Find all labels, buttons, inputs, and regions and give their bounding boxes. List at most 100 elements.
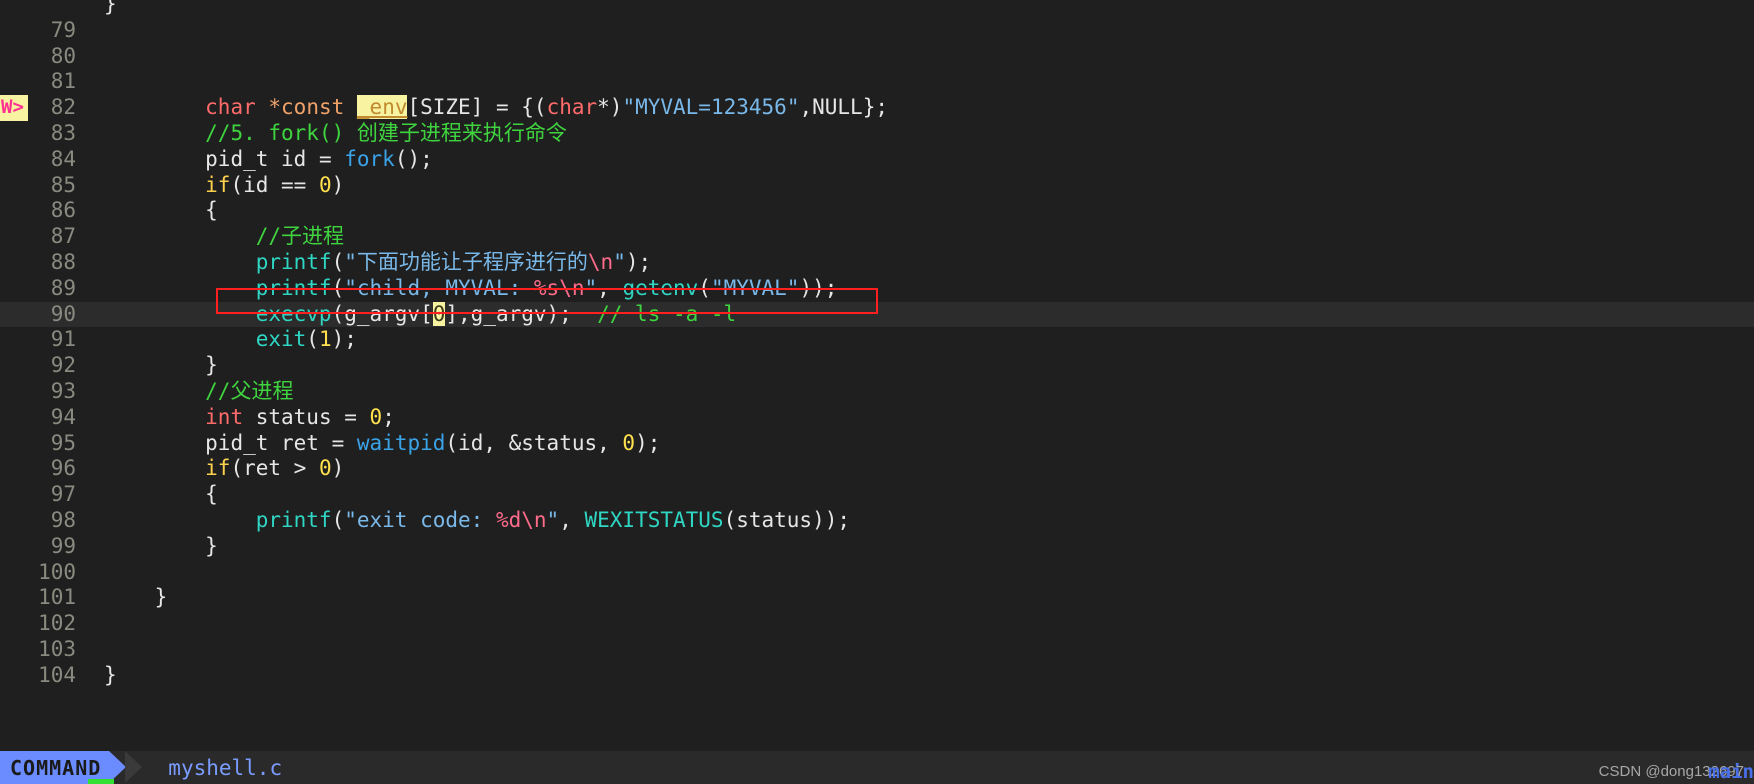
string-token: "MYVAL"	[710, 275, 800, 300]
paren-token: (	[331, 507, 345, 532]
string-token: "child, MYVAL:	[344, 275, 534, 300]
comment-token: //父进程	[205, 378, 294, 403]
function-token: fork	[344, 146, 395, 171]
line-content[interactable]: pid_t ret = waitpid(id, &status, 0);	[76, 431, 1754, 457]
code-line[interactable]: 99 }	[0, 534, 1754, 560]
line-content[interactable]: }	[76, 534, 1754, 560]
paren-token: (	[698, 275, 711, 300]
keyword-token: char	[546, 95, 598, 120]
macro-token: WEXITSTATUS	[584, 507, 724, 532]
code-line[interactable]: 92 }	[0, 353, 1754, 379]
comment-token: //5. fork() 创建子进程来执行命令	[205, 120, 567, 145]
code-line[interactable]: 96 if(ret > 0)	[0, 456, 1754, 482]
line-number: 93	[50, 378, 76, 403]
current-code-line[interactable]: 90 execvp(g_argv[0],g_argv); // ls -a -l	[0, 301, 1754, 328]
code-line[interactable]: 80	[0, 44, 1754, 70]
comment-token: //子进程	[255, 224, 345, 249]
line-number: 86	[50, 198, 76, 223]
function-token: execvp	[255, 301, 332, 326]
line-content[interactable]: int status = 0;	[76, 405, 1754, 431]
keyword-token: if	[205, 456, 231, 481]
string-token: "exit code:	[344, 507, 496, 532]
line-content[interactable]: }	[76, 585, 1754, 611]
function-token: getenv	[622, 275, 699, 300]
code-line[interactable]: 104 }	[0, 663, 1754, 689]
search-match-text: _env	[356, 95, 408, 120]
paren-token: )	[331, 456, 345, 481]
code-line[interactable]: 86 {	[0, 198, 1754, 224]
line-content[interactable]: if(ret > 0)	[76, 456, 1754, 482]
code-line[interactable]: 91 exit(1);	[0, 327, 1754, 353]
line-content[interactable]: //子进程	[76, 224, 1754, 250]
paren-token: (	[306, 327, 319, 352]
end-token: );	[331, 327, 357, 352]
code-line[interactable]: 88 printf("下面功能让子程序进行的\n");	[0, 250, 1754, 276]
line-number: 82	[50, 95, 76, 120]
string-token: "MYVAL=123456"	[622, 95, 800, 120]
code-line[interactable]: 79	[0, 18, 1754, 44]
line-content[interactable]: pid_t id = fork();	[76, 147, 1754, 173]
type-token: pid_t	[205, 146, 269, 171]
code-line[interactable]: 93 //父进程	[0, 379, 1754, 405]
mode-indicator[interactable]: COMMAND	[0, 751, 114, 784]
line-number: 103	[38, 636, 76, 661]
cast-close-token: *)	[597, 95, 623, 120]
identifier-token: ret =	[268, 430, 357, 455]
line-number: 101	[38, 585, 76, 610]
end-token: ));	[812, 507, 851, 532]
format-specifier-token: %s	[533, 275, 560, 300]
code-line[interactable]: W> 82 char *const _env[SIZE] = {(char*)"…	[0, 95, 1754, 121]
comment-token: // ls -a -l	[597, 301, 737, 326]
line-content[interactable]: char *const _env[SIZE] = {(char*)"MYVAL=…	[76, 95, 1754, 121]
line-content[interactable]: printf("下面功能让子程序进行的\n");	[76, 250, 1754, 276]
line-content[interactable]: printf("child, MYVAL: %s\n", getenv("MYV…	[76, 276, 1754, 302]
mode-arrow-outline-icon	[125, 751, 143, 783]
code-line[interactable]: 101 }	[0, 585, 1754, 611]
code-line[interactable]: 103	[0, 637, 1754, 663]
line-content[interactable]: if(id == 0)	[76, 173, 1754, 199]
end-token: );	[635, 430, 661, 455]
condition-token: (ret >	[230, 456, 319, 481]
assign-token: =	[483, 95, 522, 120]
line-number: 87	[50, 224, 76, 249]
line-number: 92	[50, 353, 76, 378]
code-line[interactable]: 97 {	[0, 482, 1754, 508]
line-content[interactable]: exit(1);	[76, 327, 1754, 353]
vim-editor-window[interactable]: } 79 80 81 W> 82 char *const _env[SIZE] …	[0, 0, 1754, 784]
function-token: printf	[255, 249, 332, 274]
code-line[interactable]: 85 if(id == 0)	[0, 173, 1754, 199]
filename-label[interactable]: myshell.c	[142, 751, 282, 784]
args-token: (g_argv[	[331, 301, 433, 326]
line-content[interactable]: {	[76, 198, 1754, 224]
warning-sign-icon[interactable]: W>	[0, 95, 28, 121]
code-line[interactable]: }	[0, 0, 1754, 18]
escape-token: \n	[521, 507, 547, 532]
code-line[interactable]: 89 printf("child, MYVAL: %s\n", getenv("…	[0, 276, 1754, 302]
line-content[interactable]: }	[76, 663, 1754, 689]
code-line[interactable]: 95 pid_t ret = waitpid(id, &status, 0);	[0, 431, 1754, 457]
code-area[interactable]: } 79 80 81 W> 82 char *const _env[SIZE] …	[0, 0, 1754, 689]
line-content[interactable]: //5. fork() 创建子进程来执行命令	[76, 121, 1754, 147]
end-token: ));	[799, 275, 838, 300]
code-line[interactable]: 94 int status = 0;	[0, 405, 1754, 431]
code-line[interactable]: 81	[0, 69, 1754, 95]
line-number: 85	[50, 172, 76, 197]
format-specifier-token: %d	[495, 507, 522, 532]
code-line[interactable]: 84 pid_t id = fork();	[0, 147, 1754, 173]
line-content[interactable]: }	[76, 0, 1754, 18]
line-number: 100	[38, 559, 76, 584]
escape-token: \n	[559, 275, 585, 300]
line-content[interactable]: //父进程	[76, 379, 1754, 405]
code-line[interactable]: 100	[0, 560, 1754, 586]
line-content[interactable]: printf("exit code: %d\n", WEXITSTATUS(st…	[76, 508, 1754, 534]
line-content[interactable]: {	[76, 482, 1754, 508]
code-line[interactable]: 102	[0, 611, 1754, 637]
line-number: 90	[50, 301, 76, 326]
code-line[interactable]: 98 printf("exit code: %d\n", WEXITSTATUS…	[0, 508, 1754, 534]
line-content[interactable]: }	[76, 353, 1754, 379]
line-content[interactable]: execvp(g_argv[0],g_argv); // ls -a -l	[76, 301, 1754, 328]
code-line[interactable]: 87 //子进程	[0, 224, 1754, 250]
code-line[interactable]: 83 //5. fork() 创建子进程来执行命令	[0, 121, 1754, 147]
number-token: 1	[318, 327, 332, 352]
